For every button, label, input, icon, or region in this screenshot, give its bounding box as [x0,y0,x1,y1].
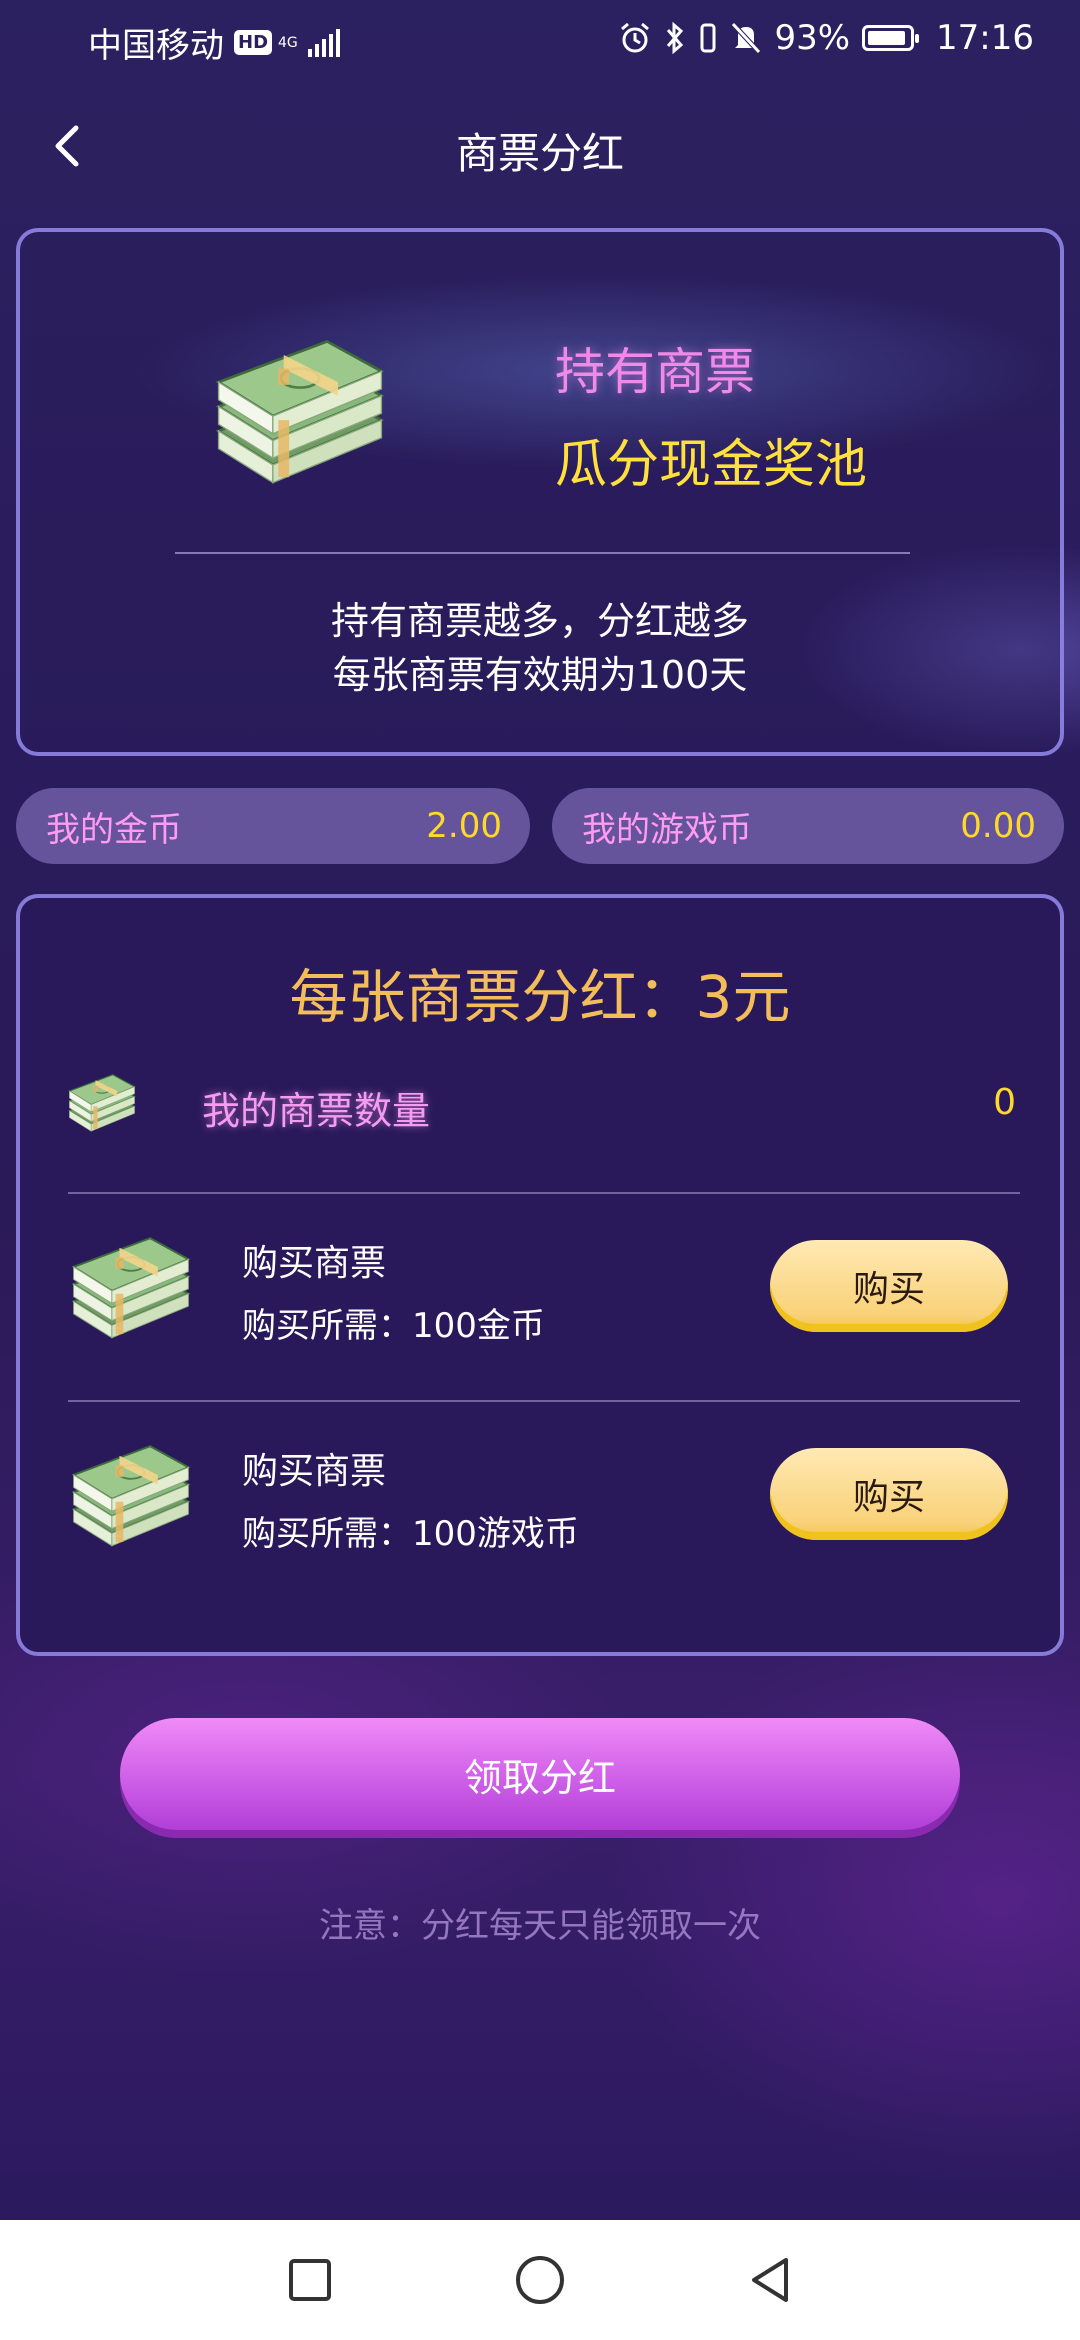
intro-description-1: 持有商票越多，分红越多 [330,599,749,643]
buy-with-game-coin-button[interactable]: 购买 [770,1448,1008,1540]
buy-with-gold-row: 购买商票 购买所需：100金币 购买 [20,1228,1060,1368]
cash-stack-icon [64,1228,198,1348]
ticket-count-row: 我的商票数量 0 [20,1068,1060,1148]
ticket-count-value: 0 [993,1082,1016,1123]
system-back-button[interactable] [742,2252,798,2308]
buy-option-cost: 购买所需：100金币 [242,1306,545,1346]
cash-stack-icon [64,1436,198,1556]
bluetooth-icon [667,21,684,55]
buy-with-gold-button[interactable]: 购买 [770,1240,1008,1332]
cash-stack-icon [205,332,395,492]
gold-balance-pill: 我的金币 2.00 [16,788,530,864]
network-type: 4G [278,34,298,51]
status-icons: 93% 17:16 [618,18,1034,58]
buy-option-title: 购买商票 [242,1243,387,1284]
dividend-per-ticket: 每张商票分红：3元 [289,963,791,1031]
intro-headline: 持有商票 [555,343,755,401]
alarm-icon [621,22,650,53]
game-coin-balance-label: 我的游戏币 [582,809,752,850]
buy-with-game-coin-row: 购买商票 购买所需：100游戏币 购买 [20,1436,1060,1576]
claim-notice: 注意：分红每天只能领取一次 [319,1906,761,1946]
gold-balance-value: 2.00 [426,806,502,846]
system-nav-bar [0,2220,1080,2340]
game-coin-balance-value: 0.00 [960,806,1036,846]
app-screen: 中国移动 HD 4G 93% 17:16 商票分红 持有商票 瓜分现金奖池 持有… [0,0,1080,2220]
clock: 17:16 [936,18,1034,58]
square-icon [289,2259,331,2301]
battery-percent: 93% [774,18,851,58]
mute-icon [731,22,762,54]
game-coin-balance-pill: 我的游戏币 0.00 [552,788,1064,864]
intro-divider [175,552,910,554]
ticket-count-label: 我的商票数量 [202,1089,431,1133]
intro-description-2: 每张商票有效期为100天 [332,653,748,697]
intro-card: 持有商票 瓜分现金奖池 持有商票越多，分红越多 每张商票有效期为100天 [16,228,1064,756]
intro-subheadline: 瓜分现金奖池 [555,435,868,495]
page-title: 商票分红 [455,129,624,178]
buy-option-title: 购买商票 [242,1451,387,1492]
status-bar: 中国移动 HD 4G 93% 17:16 [0,0,1080,80]
triangle-back-icon [752,2258,788,2302]
battery-level [868,31,906,45]
header-bar: 商票分红 [0,100,1080,196]
recent-apps-button[interactable] [282,2252,338,2308]
signal-icon [308,28,341,57]
carrier-info: 中国移动 HD 4G [88,18,341,67]
cash-stack-icon [64,1068,140,1138]
home-button[interactable] [512,2252,568,2308]
circle-icon [516,2256,564,2304]
vibrate-icon [700,23,716,53]
gold-balance-label: 我的金币 [46,809,182,850]
ticket-card: 每张商票分红：3元 我的商票数量 0 购买商票 购买所需：100金币 购买 购买… [16,894,1064,1656]
hd-badge: HD [234,30,273,55]
carrier-name: 中国移动 [88,26,224,66]
row-divider [68,1400,1020,1402]
claim-dividend-button[interactable]: 领取分红 [120,1718,960,1830]
row-divider [68,1192,1020,1194]
battery-icon [862,25,920,51]
buy-option-cost: 购买所需：100游戏币 [242,1514,579,1554]
